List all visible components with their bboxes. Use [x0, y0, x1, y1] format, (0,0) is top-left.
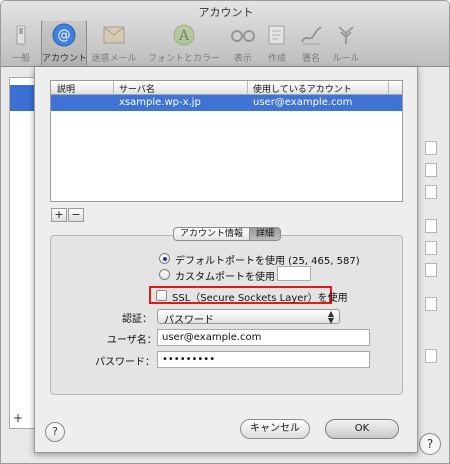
toolbar-junk-mail[interactable]: 迷惑メール [89, 21, 139, 65]
toolbar-viewing[interactable]: 表示 [227, 21, 259, 65]
toolbar-general[interactable]: 一般 [3, 21, 39, 65]
toolbar-label-fonts-colors: フォントとカラー [147, 54, 220, 64]
background-field [425, 185, 437, 199]
background-field [425, 349, 437, 363]
ssl-checkbox[interactable] [156, 290, 167, 301]
custom-port-field[interactable] [277, 266, 311, 281]
add-server-button[interactable]: + [51, 208, 67, 222]
switch-icon [16, 25, 26, 45]
default-port-label: デフォルトポートを使用 (25, 465, 587) [175, 256, 360, 267]
username-field[interactable]: user@example.com [157, 329, 370, 346]
ok-button[interactable]: OK [325, 419, 399, 439]
toolbar-composing[interactable]: 作成 [261, 21, 293, 65]
fonts-colors-icon: A [173, 24, 195, 46]
toolbar-fonts-colors[interactable]: A フォントとカラー [143, 21, 225, 65]
custom-port-label: カスタムポートを使用： [175, 272, 285, 283]
background-field [425, 263, 437, 277]
rules-icon [338, 26, 354, 44]
toolbar-label-accounts: アカウント [42, 54, 88, 64]
tab-account-info[interactable]: アカウント情報 [174, 228, 249, 240]
column-divider [113, 81, 114, 95]
ssl-label: SSL（Secure Sockets Layer）を使用 [172, 293, 348, 304]
background-field [425, 241, 437, 255]
default-port-radio[interactable] [159, 253, 170, 264]
glasses-icon [231, 30, 255, 42]
column-header-server[interactable]: サーバ名 [119, 82, 155, 95]
add-account-button[interactable]: + [13, 411, 23, 425]
column-header-account[interactable]: 使用しているアカウント [253, 82, 352, 95]
password-value: ••••••••• [162, 354, 216, 365]
window-title: アカウント [198, 6, 254, 19]
cell-account: user@example.com [253, 97, 353, 108]
signature-icon [301, 26, 322, 45]
toolbar-label-viewing: 表示 [233, 54, 252, 64]
password-label: パスワード： [95, 357, 155, 368]
help-button[interactable]: ? [45, 422, 65, 442]
tab-advanced[interactable]: 詳細 [249, 228, 281, 240]
toolbar-label-general: 一般 [11, 54, 30, 64]
accounts-window: アカウント 一般 @ アカウント 迷惑メール A フォントとカラー 表示 作成 … [0, 0, 450, 464]
select-arrows-icon: ▲ ▼ [327, 309, 334, 325]
username-label: ユーザ名： [107, 335, 157, 346]
table-header: 説明 サーバ名 使用しているアカウント [51, 81, 402, 95]
cell-server-name: xsample.wp-x.jp [119, 97, 201, 108]
svg-text:A: A [178, 28, 190, 44]
junk-mail-icon [103, 26, 125, 44]
background-help-button[interactable]: ? [419, 433, 441, 455]
toolbar-signatures[interactable]: 署名 [295, 21, 327, 65]
column-divider [388, 81, 389, 95]
cancel-button[interactable]: キャンセル [240, 419, 310, 439]
background-field [425, 297, 437, 311]
background-field [425, 219, 437, 233]
background-field [425, 163, 437, 177]
toolbar-rules[interactable]: ルール [329, 21, 363, 65]
background-field [425, 141, 437, 155]
server-table[interactable]: 説明 サーバ名 使用しているアカウント xsample.wp-x.jp user… [50, 80, 403, 202]
column-header-description[interactable]: 説明 [57, 82, 75, 95]
smtp-server-sheet: 説明 サーバ名 使用しているアカウント xsample.wp-x.jp user… [34, 67, 418, 453]
toolbar-label-composing: 作成 [267, 54, 286, 64]
settings-tab-control[interactable]: アカウント情報 詳細 [173, 227, 282, 241]
auth-select-value: パスワード [164, 315, 214, 326]
table-row[interactable]: xsample.wp-x.jp user@example.com [51, 95, 402, 111]
window-titlebar: アカウント 一般 @ アカウント 迷惑メール A フォントとカラー 表示 作成 … [1, 1, 449, 67]
toolbar-accounts[interactable]: @ アカウント [41, 21, 87, 65]
custom-port-radio[interactable] [159, 269, 170, 280]
auth-select[interactable]: パスワード ▲ ▼ [157, 309, 340, 326]
toolbar-label-rules: ルール [332, 54, 360, 64]
toolbar-label-signatures: 署名 [301, 54, 320, 64]
toolbar-label-junk-mail: 迷惑メール [91, 54, 137, 64]
username-value: user@example.com [162, 332, 262, 343]
at-sign-icon: @ [52, 23, 76, 47]
auth-label: 認証： [122, 314, 152, 325]
compose-icon [268, 25, 285, 45]
svg-text:@: @ [58, 28, 71, 43]
column-divider [247, 81, 248, 95]
password-field[interactable]: ••••••••• [157, 351, 370, 368]
remove-server-button[interactable]: − [68, 208, 84, 222]
